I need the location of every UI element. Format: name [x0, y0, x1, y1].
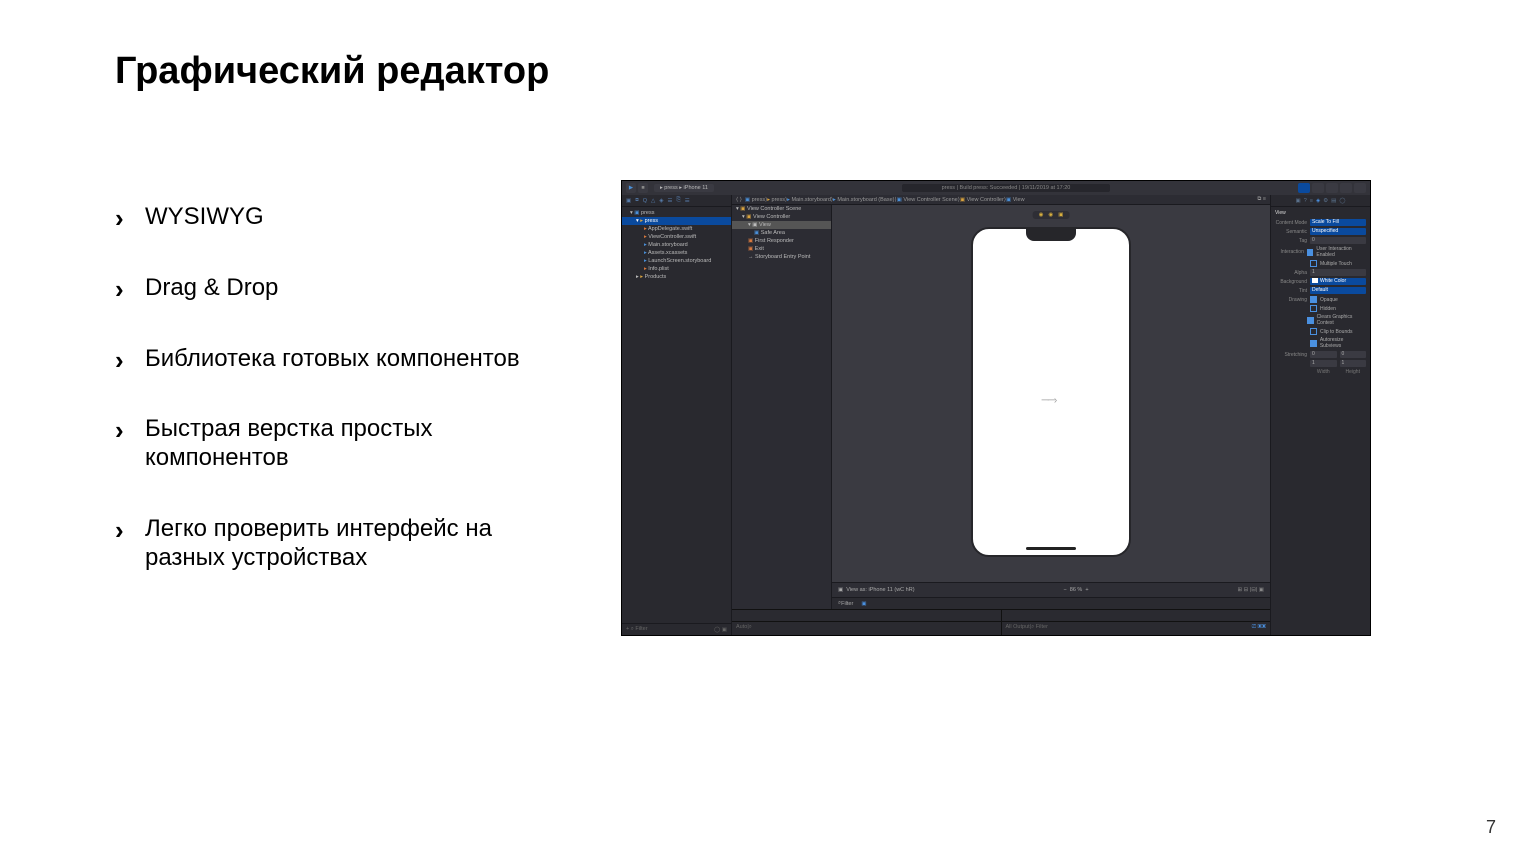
outline-filter[interactable]: ⌕ Filter ▣ — [832, 597, 1270, 609]
outline-vc[interactable]: ▾ ▣ View Controller — [732, 213, 831, 221]
semantic-select[interactable]: Unspecified — [1310, 228, 1366, 235]
outline-exit[interactable]: ▣ Exit — [732, 245, 831, 253]
canvas[interactable]: ◉◉▣ ──› ↖ ▣ View as: iPhone 11 (​wC hR) … — [832, 205, 1270, 609]
back-icon[interactable]: ⟨ — [736, 197, 738, 203]
autoresize-checkbox[interactable] — [1310, 340, 1317, 347]
content-mode-select[interactable]: Scale To Fill — [1310, 219, 1366, 226]
navigator-filter[interactable]: + ⌕ Filter◯ ▣ — [622, 623, 731, 635]
console-header — [1002, 610, 1271, 621]
nav-root[interactable]: ▾ ▣ press — [622, 209, 731, 217]
notch-icon — [1026, 229, 1076, 241]
nav-products[interactable]: ▸ ▸ Products — [622, 273, 731, 281]
clip-bounds-checkbox[interactable] — [1310, 328, 1317, 335]
tint-select[interactable]: Default — [1310, 287, 1366, 294]
multiple-touch-checkbox[interactable] — [1310, 260, 1317, 267]
page-number: 7 — [1486, 817, 1496, 838]
nav-file[interactable]: ▸ ViewController.swift — [622, 233, 731, 241]
stretch-w-field[interactable]: 1 — [1310, 360, 1337, 367]
view-as-button[interactable]: ▣ View as: iPhone 11 (​wC hR) — [838, 587, 915, 593]
device-preview[interactable] — [971, 227, 1131, 557]
nav-group[interactable]: ▾ ▸ press — [622, 217, 731, 225]
attributes-inspector-icon: ◈ — [1316, 198, 1320, 204]
run-button[interactable]: ▶ — [626, 183, 636, 193]
all-output-selector[interactable]: All Output — [1006, 624, 1030, 630]
home-indicator — [1026, 547, 1076, 550]
alpha-field[interactable]: 1 — [1310, 269, 1366, 276]
inspector-tabs[interactable]: ▣?≡◈⚙▤◯ — [1271, 195, 1370, 207]
auto-selector[interactable]: Auto — [736, 624, 747, 630]
bullet-item: Drag & Drop — [115, 274, 545, 303]
inspector-section: View — [1275, 210, 1366, 216]
slide-title: Графический редактор — [115, 50, 1456, 93]
adjust-editor-icon[interactable]: ⧉ ≡ — [1257, 196, 1266, 203]
library-button[interactable] — [1298, 183, 1310, 193]
xcode-toolbar: ▶ ■ ▸ press ▸ iPhone 11 press | Build pr… — [622, 181, 1370, 195]
clear-console-icon[interactable]: ⎚ ▣▣ — [1252, 624, 1266, 631]
stretch-y-field[interactable]: 0 — [1340, 351, 1367, 358]
bullet-item: Быстрая верстка простых компонентов — [115, 415, 545, 473]
variables-view-header — [732, 610, 1001, 621]
nav-file[interactable]: ▸ AppDelegate.swift — [622, 225, 731, 233]
panel-toggle-right[interactable] — [1354, 183, 1366, 193]
nav-file[interactable]: ▸ Assets.xcassets — [622, 249, 731, 257]
hidden-checkbox[interactable] — [1310, 305, 1317, 312]
panel-toggle-left[interactable] — [1326, 183, 1338, 193]
forward-icon[interactable]: ⟩ — [740, 197, 742, 203]
bullet-item: Легко проверить интерфейс на разных устр… — [115, 515, 545, 573]
document-outline[interactable]: ▾ ▣ View Controller Scene ▾ ▣ View Contr… — [732, 205, 832, 609]
bullet-item: WYSIWYG — [115, 203, 545, 232]
outline-entry[interactable]: → Storyboard Entry Point — [732, 253, 831, 261]
outline-view[interactable]: ▾ ▣ View — [732, 221, 831, 229]
jump-bar[interactable]: ⟨ ⟩ ▣ press ⟩ ▸ press ⟩ ▸ Main.storyboar… — [732, 195, 1270, 205]
opaque-checkbox[interactable] — [1310, 296, 1317, 303]
background-select[interactable]: White Color — [1310, 278, 1366, 285]
zoom-out-button[interactable]: − — [1063, 587, 1066, 593]
navigator-panel: ▣⧈Q△◈☰⎘☰ ▾ ▣ press ▾ ▸ press ▸ AppDelega… — [622, 195, 732, 635]
nav-file[interactable]: ▸ LaunchScreen.storyboard — [622, 257, 731, 265]
stop-button[interactable]: ■ — [638, 183, 648, 193]
zoom-in-button[interactable]: + — [1085, 587, 1088, 593]
code-review-button[interactable] — [1312, 183, 1324, 193]
project-navigator[interactable]: ▾ ▣ press ▾ ▸ press ▸ AppDelegate.swift … — [622, 207, 731, 623]
activity-status: press | Build press: Succeeded | 19/11/2… — [714, 185, 1298, 191]
xcode-window: ▶ ■ ▸ press ▸ iPhone 11 press | Build pr… — [621, 180, 1371, 636]
scene-dock[interactable]: ◉◉▣ — [1033, 211, 1070, 219]
user-interaction-checkbox[interactable] — [1307, 249, 1314, 256]
nav-file[interactable]: ▸ Info.plist — [622, 265, 731, 273]
tag-field[interactable]: 0 — [1310, 237, 1366, 244]
stretch-x-field[interactable]: 0 — [1310, 351, 1337, 358]
canvas-bottom-bar: ▣ View as: iPhone 11 (​wC hR) − 86 % + ⊞… — [832, 582, 1270, 597]
panel-toggle-bottom[interactable] — [1340, 183, 1352, 193]
stretch-h-field[interactable]: 1 — [1340, 360, 1367, 367]
scheme-selector[interactable]: ▸ press ▸ iPhone 11 — [654, 184, 714, 192]
bullet-item: Библиотека готовых компонентов — [115, 345, 545, 374]
debug-area: Auto | ⌕ All Output | ⌕ Filter⎚ ▣▣ — [732, 609, 1270, 635]
nav-file[interactable]: ▸ Main.storyboard — [622, 241, 731, 249]
project-nav-icon[interactable]: ▣ — [626, 198, 631, 204]
outline-scene[interactable]: ▾ ▣ View Controller Scene — [732, 205, 831, 213]
cursor-icon: ──› ↖ — [1042, 395, 1058, 415]
clears-gc-checkbox[interactable] — [1307, 317, 1314, 324]
outline-first-responder[interactable]: ▣ First Responder — [732, 237, 831, 245]
outline-safearea[interactable]: ▣ Safe Area — [732, 229, 831, 237]
constraint-buttons[interactable]: ⊞ ⊟ |⊟| ▣ — [1238, 587, 1264, 593]
inspector-panel: ▣?≡◈⚙▤◯ View Content ModeScale To Fill S… — [1270, 195, 1370, 635]
navigator-tabs[interactable]: ▣⧈Q△◈☰⎘☰ — [622, 195, 731, 207]
zoom-level[interactable]: 86 % — [1070, 587, 1083, 593]
